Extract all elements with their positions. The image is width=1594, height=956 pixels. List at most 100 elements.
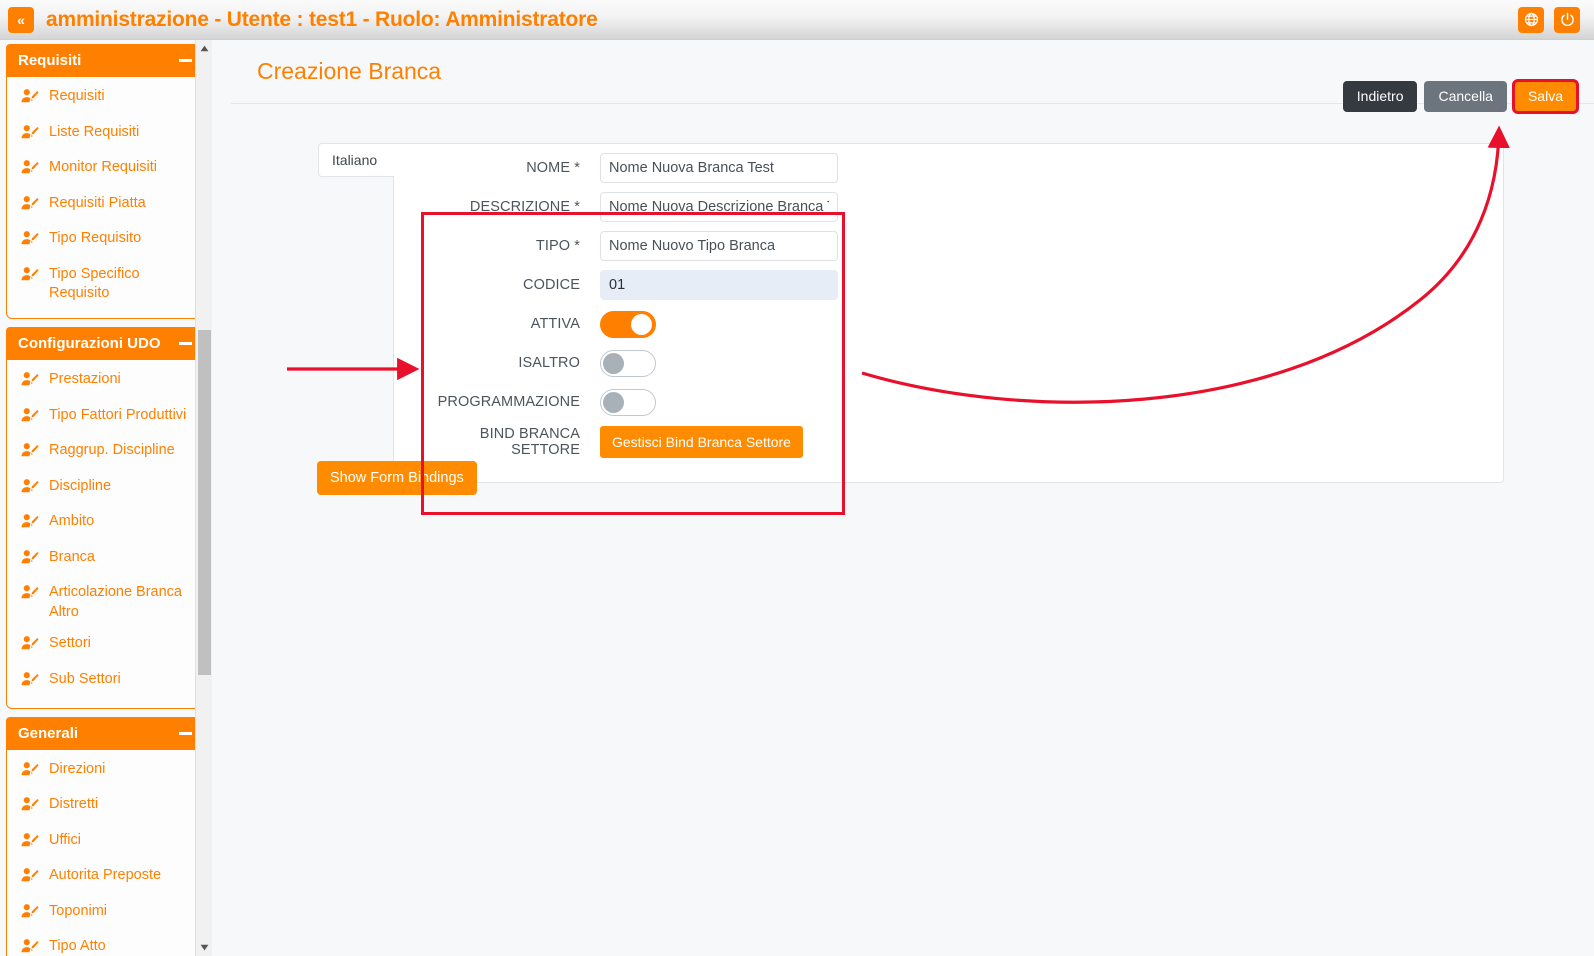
field-label: CODICE bbox=[422, 277, 600, 293]
branca-form: NOME * DESCRIZIONE * TIPO * CODICE ATTIVA ISA… bbox=[422, 153, 845, 467]
tab-italiano[interactable]: Italiano bbox=[318, 143, 394, 177]
sidebar-item-label: Autorita Preposte bbox=[49, 866, 161, 886]
sidebar-item-branca[interactable]: Branca bbox=[7, 542, 205, 578]
sidebar-item-tipo-specifico-requisito[interactable]: Tipo Specifico Requisito bbox=[7, 259, 205, 310]
sidebar-item-distretti[interactable]: Distretti bbox=[7, 789, 205, 825]
sidebar-item-label: Raggrup. Discipline bbox=[49, 441, 175, 461]
sidebar-item-requisiti[interactable]: Requisiti bbox=[7, 81, 205, 117]
sidebar-group-title: Requisiti bbox=[18, 52, 81, 69]
user-edit-icon bbox=[21, 124, 40, 147]
nome-input[interactable] bbox=[600, 153, 838, 183]
sidebar-item-label: Settori bbox=[49, 634, 91, 654]
sidebar-item-autorita-preposte[interactable]: Autorita Preposte bbox=[7, 860, 205, 896]
sidebar-group-title: Generali bbox=[18, 725, 78, 742]
user-edit-icon bbox=[21, 513, 40, 536]
tipo-input[interactable] bbox=[600, 231, 838, 261]
sidebar-item-uffici[interactable]: Uffici bbox=[7, 825, 205, 861]
sidebar-item-label: Articolazione Branca Altro bbox=[49, 583, 197, 622]
sidebar-item-monitor-requisiti[interactable]: Monitor Requisiti bbox=[7, 152, 205, 188]
show-form-bindings-button[interactable]: Show Form Bindings bbox=[317, 461, 477, 495]
cancel-button[interactable]: Cancella bbox=[1424, 81, 1506, 112]
sidebar-item-toponimi[interactable]: Toponimi bbox=[7, 896, 205, 932]
sidebar-item-raggrup-discipline[interactable]: Raggrup. Discipline bbox=[7, 435, 205, 471]
user-edit-icon bbox=[21, 266, 40, 289]
sidebar-item-articolazione-branca-altro[interactable]: Articolazione Branca Altro bbox=[7, 577, 205, 628]
user-edit-icon bbox=[21, 671, 40, 694]
user-edit-icon bbox=[21, 867, 40, 890]
sidebar-item-tipo-requisito[interactable]: Tipo Requisito bbox=[7, 223, 205, 259]
field-label: TIPO * bbox=[422, 238, 600, 254]
isaltro-toggle[interactable] bbox=[600, 350, 656, 377]
field-label: DESCRIZIONE * bbox=[422, 199, 600, 215]
power-icon[interactable] bbox=[1554, 7, 1580, 33]
sidebar-collapse-icon[interactable]: « bbox=[8, 7, 34, 33]
sidebar-item-sub-settori[interactable]: Sub Settori bbox=[7, 664, 205, 700]
sidebar-item-direzioni[interactable]: Direzioni bbox=[7, 754, 205, 790]
sidebar-item-settori[interactable]: Settori bbox=[7, 628, 205, 664]
topbar-icon-group bbox=[1518, 7, 1580, 33]
sidebar-item-label: Uffici bbox=[49, 831, 81, 851]
page-title: Creazione Branca bbox=[257, 58, 441, 85]
sidebar-group-header[interactable]: Requisiti bbox=[6, 44, 206, 77]
sidebar-item-label: Monitor Requisiti bbox=[49, 158, 157, 178]
user-edit-icon bbox=[21, 938, 40, 956]
sidebar-item-prestazioni[interactable]: Prestazioni bbox=[7, 364, 205, 400]
sidebar-group-header[interactable]: Configurazioni UDO bbox=[6, 327, 206, 360]
user-edit-icon bbox=[21, 478, 40, 501]
form-row: DESCRIZIONE * bbox=[422, 192, 845, 222]
sidebar-item-label: Requisiti bbox=[49, 87, 105, 107]
sidebar-item-label: Toponimi bbox=[49, 902, 107, 922]
toggle-knob bbox=[603, 353, 624, 374]
form-row: NOME * bbox=[422, 153, 845, 183]
minus-icon[interactable] bbox=[179, 732, 192, 735]
sidebar-item-ambito[interactable]: Ambito bbox=[7, 506, 205, 542]
gestisci-bind-branca-settore-button[interactable]: Gestisci Bind Branca Settore bbox=[600, 426, 803, 458]
user-edit-icon bbox=[21, 195, 40, 218]
sidebar-scrollbar-thumb[interactable] bbox=[198, 330, 211, 675]
field-label: ISALTRO bbox=[422, 355, 600, 371]
globe-icon[interactable] bbox=[1518, 7, 1544, 33]
form-card: NOME * DESCRIZIONE * TIPO * CODICE ATTIVA ISA… bbox=[393, 143, 1504, 483]
form-row: ATTIVA bbox=[422, 309, 845, 339]
sidebar-item-label: Ambito bbox=[49, 512, 94, 532]
toggle-knob bbox=[631, 314, 652, 335]
form-row: TIPO * bbox=[422, 231, 845, 261]
user-edit-icon bbox=[21, 796, 40, 819]
sidebar-scrollbar[interactable] bbox=[195, 40, 212, 956]
sidebar-group-header[interactable]: Generali bbox=[6, 717, 206, 750]
sidebar-group-generali: Generali Direzioni Distretti Uffici Autorita… bbox=[6, 717, 206, 956]
minus-icon[interactable] bbox=[179, 59, 192, 62]
field-label: NOME * bbox=[422, 160, 600, 176]
sidebar-item-tipo-fattori-produttivi[interactable]: Tipo Fattori Produttivi bbox=[7, 400, 205, 436]
sidebar-item-label: Branca bbox=[49, 548, 95, 568]
scroll-up-arrow-icon[interactable] bbox=[196, 40, 212, 57]
user-edit-icon bbox=[21, 549, 40, 572]
sidebar-item-label: Distretti bbox=[49, 795, 98, 815]
sidebar-item-label: Requisiti Piatta bbox=[49, 194, 146, 214]
sidebar-item-requisiti-piatta[interactable]: Requisiti Piatta bbox=[7, 188, 205, 224]
attiva-toggle[interactable] bbox=[600, 311, 656, 338]
sidebar-item-discipline[interactable]: Discipline bbox=[7, 471, 205, 507]
programmazione-toggle[interactable] bbox=[600, 389, 656, 416]
user-edit-icon bbox=[21, 761, 40, 784]
toggle-knob bbox=[603, 392, 624, 413]
descrizione-input[interactable] bbox=[600, 192, 838, 222]
minus-icon[interactable] bbox=[179, 342, 192, 345]
user-edit-icon bbox=[21, 832, 40, 855]
top-header-bar: « amministrazione - Utente : test1 - Ruo… bbox=[0, 0, 1594, 40]
save-button[interactable]: Salva bbox=[1514, 81, 1577, 112]
sidebar-item-liste-requisiti[interactable]: Liste Requisiti bbox=[7, 117, 205, 153]
back-button[interactable]: Indietro bbox=[1343, 81, 1418, 112]
field-label: PROGRAMMAZIONE bbox=[422, 394, 600, 410]
sidebar-item-label: Direzioni bbox=[49, 760, 105, 780]
main-content: Creazione Branca Indietro Cancella Salva… bbox=[231, 40, 1594, 956]
sidebar-item-label: Liste Requisiti bbox=[49, 123, 139, 143]
user-edit-icon bbox=[21, 371, 40, 394]
user-edit-icon bbox=[21, 635, 40, 658]
sidebar-item-tipo-atto[interactable]: Tipo Atto bbox=[7, 931, 205, 956]
sidebar: Requisiti Requisiti Liste Requisiti Monitor… bbox=[0, 40, 212, 956]
user-edit-icon bbox=[21, 442, 40, 465]
user-edit-icon bbox=[21, 407, 40, 430]
user-edit-icon bbox=[21, 584, 40, 607]
scroll-down-arrow-icon[interactable] bbox=[196, 939, 212, 956]
